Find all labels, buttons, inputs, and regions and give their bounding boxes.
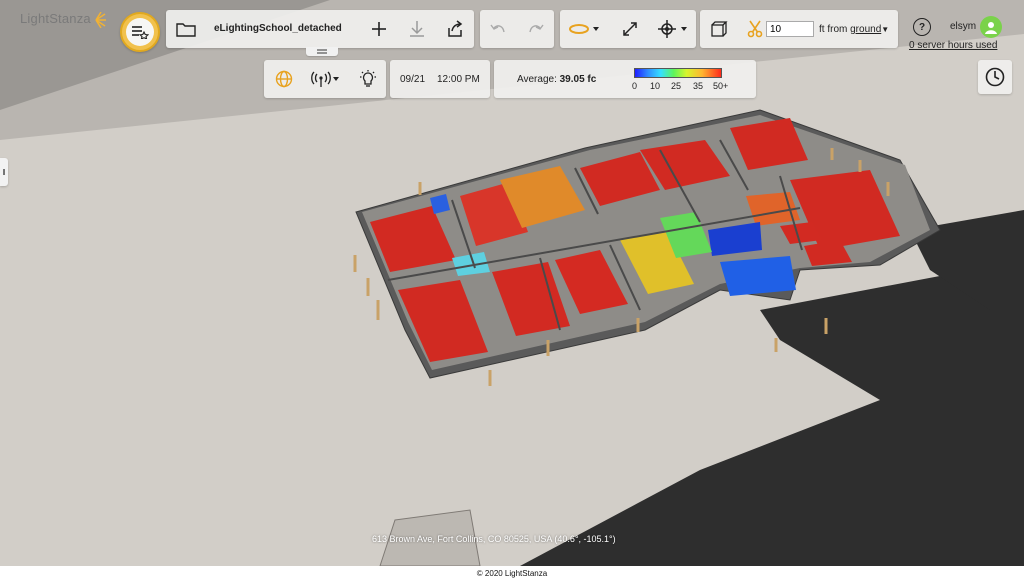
cut-plane-button[interactable] <box>744 17 766 41</box>
username[interactable]: elsym <box>950 21 976 32</box>
share-icon <box>448 20 463 37</box>
chevron-down-icon: ▼ <box>881 25 890 34</box>
orbit-icon <box>569 24 599 34</box>
orbit-mode-button[interactable] <box>566 17 602 41</box>
undo-icon <box>490 24 505 33</box>
bulb-icon <box>360 70 376 87</box>
help-icon: ? <box>918 21 926 33</box>
fullscreen-button[interactable] <box>618 17 642 41</box>
lighting-button[interactable] <box>356 67 380 91</box>
cube-icon <box>711 21 728 37</box>
share-button[interactable] <box>444 17 466 41</box>
legend-tick-1: 10 <box>650 81 661 91</box>
app-logo: LightStanza <box>20 11 107 28</box>
average-value: 39.05 fc <box>559 74 597 85</box>
plus-icon <box>372 22 386 36</box>
main-menu-button[interactable] <box>120 12 160 52</box>
cut-reference-dropdown[interactable]: ground <box>850 24 881 35</box>
globe-icon <box>275 70 293 88</box>
download-button[interactable] <box>406 17 428 41</box>
side-panel-toggle[interactable]: ‖ <box>0 158 8 186</box>
redo-button[interactable] <box>524 17 548 41</box>
clock-icon <box>985 67 1005 87</box>
user-avatar-icon <box>985 22 997 34</box>
illuminance-legend-bar <box>634 68 722 78</box>
legend-tick-0: 0 <box>632 81 638 91</box>
legend-tick-3: 35 <box>693 81 704 91</box>
target-icon <box>658 20 687 38</box>
grip-vertical-icon: ‖ <box>2 167 6 177</box>
date-value[interactable]: 09/21 <box>400 74 425 85</box>
legend-tick-4: 50+ <box>713 81 729 91</box>
toolbar-collapse-tab[interactable] <box>306 47 338 56</box>
menu-star-icon <box>132 26 149 39</box>
cut-unit-label: ft from ground▼ <box>819 24 889 35</box>
time-value[interactable]: 12:00 PM <box>437 74 480 85</box>
location-button[interactable] <box>272 67 296 91</box>
antenna-icon <box>311 71 339 87</box>
user-avatar[interactable] <box>980 16 1002 38</box>
cut-unit-prefix: ft from <box>819 24 848 35</box>
server-hours-link[interactable]: 0 server hours used <box>909 40 997 51</box>
site-address: 613 Brown Ave, Fort Collins, CO 80525, U… <box>372 534 616 544</box>
average-label-text: Average: <box>517 74 557 85</box>
logo-text: LightStanza <box>20 11 91 26</box>
download-icon <box>410 21 424 37</box>
footer-copyright: © 2020 LightStanza <box>0 566 1024 582</box>
sensor-menu-button[interactable] <box>310 67 340 91</box>
expand-icon <box>623 22 637 36</box>
average-label: Average: 39.05 fc <box>517 74 596 85</box>
scissors-icon <box>747 20 763 38</box>
help-button[interactable]: ? <box>913 18 931 36</box>
history-clock-button[interactable] <box>978 60 1012 94</box>
cut-height-input[interactable] <box>766 21 814 37</box>
folder-icon <box>176 23 196 37</box>
open-folder-button[interactable] <box>174 17 198 41</box>
undo-button[interactable] <box>486 17 510 41</box>
section-box-button[interactable] <box>706 17 732 41</box>
view-target-button[interactable] <box>656 17 690 41</box>
grip-icon <box>317 49 327 54</box>
legend-tick-2: 25 <box>671 81 682 91</box>
logo-rays-icon <box>95 11 106 28</box>
new-button[interactable] <box>368 17 390 41</box>
file-name: eLightingSchool_detached <box>214 23 342 34</box>
redo-icon <box>529 24 544 33</box>
